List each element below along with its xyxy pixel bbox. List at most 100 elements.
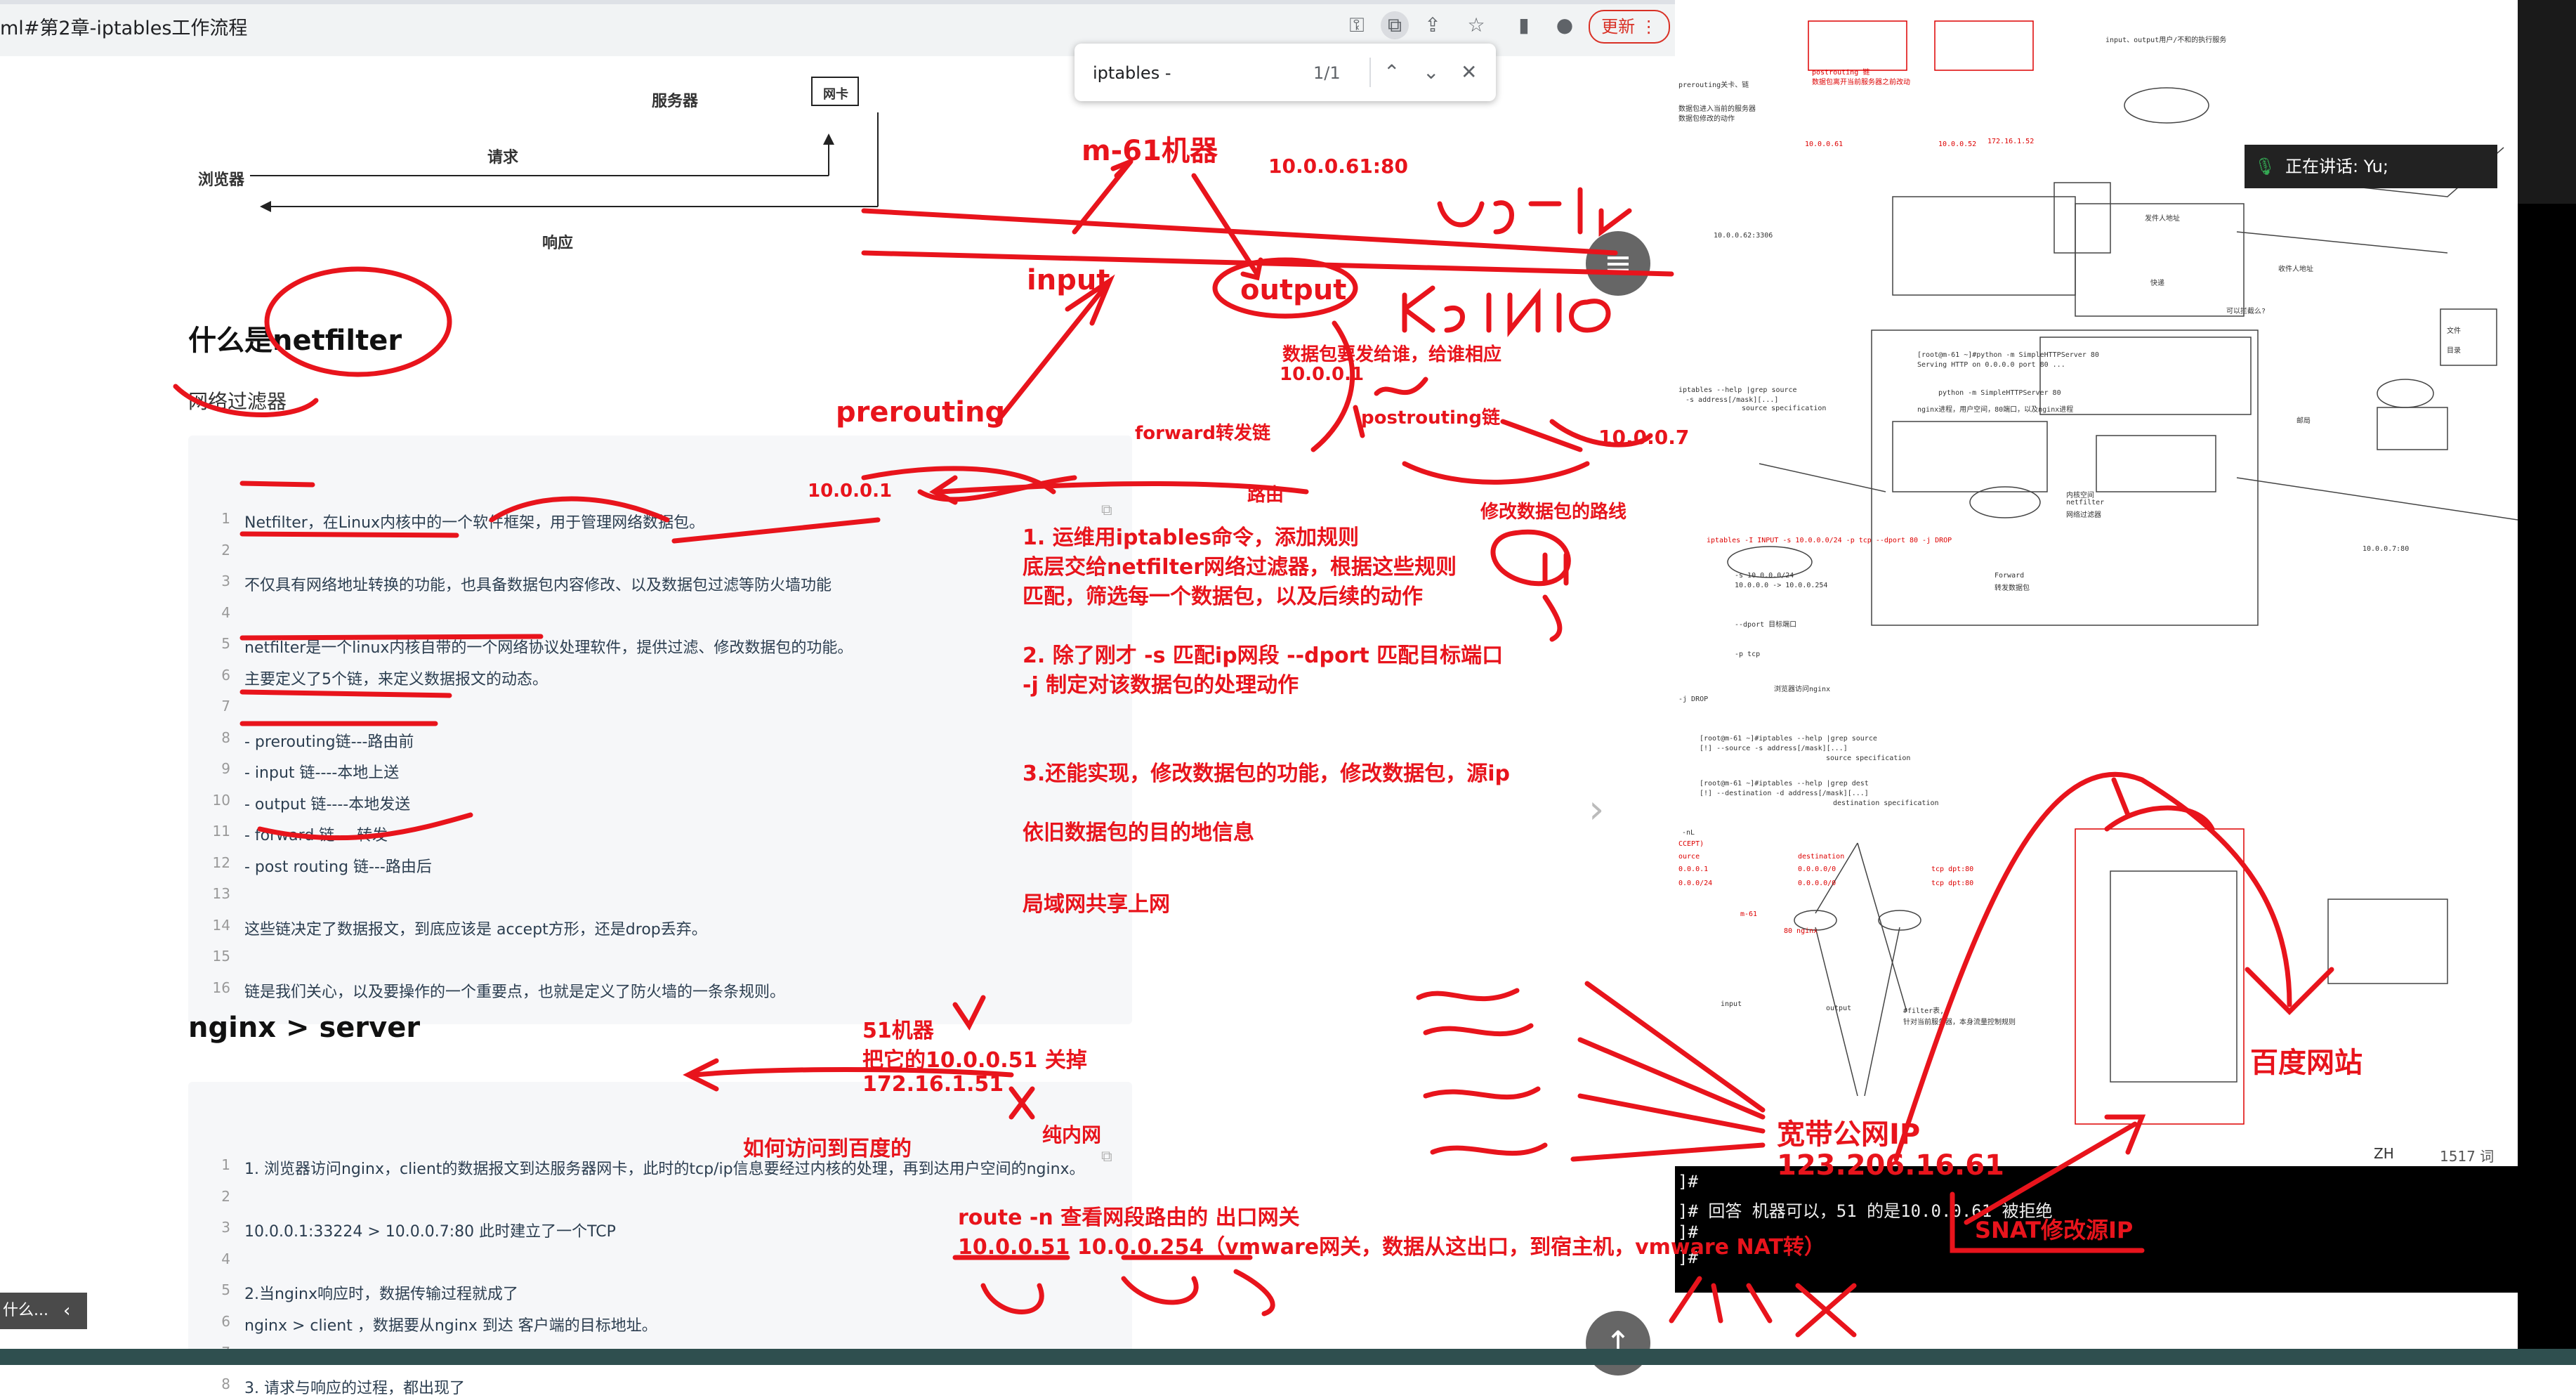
address-bar[interactable]: ml#第2章-iptables工作流程 <box>0 13 247 40</box>
star-icon[interactable]: ☆ <box>1462 11 1490 39</box>
code-line: - input 链----本地上送 <box>244 764 400 782</box>
whiteboard-note: 数据包修改的动作 <box>1678 115 1735 123</box>
nic-label: 网卡 <box>823 87 848 102</box>
profile-icon[interactable]: ● <box>1551 11 1579 39</box>
whiteboard-note: 0.0.0.0/0 <box>1798 865 1836 873</box>
whiteboard-note: 文件 <box>2447 327 2461 335</box>
whiteboard-note: --dport 目标端口 <box>1735 621 1797 629</box>
line-number: 6 <box>221 666 230 684</box>
line-number: 6 <box>221 1312 230 1330</box>
chevron-left-icon: ‹ <box>63 1300 71 1321</box>
annotation-machine: m-61机器 <box>1082 135 1218 167</box>
whiteboard-note: destination <box>1798 853 1845 861</box>
annotation-ip01a: 10.0.0.1 <box>1280 364 1365 385</box>
word-count: 1517 词 <box>2440 1148 2495 1165</box>
toc-toggle[interactable]: 什么... ‹ <box>0 1293 87 1329</box>
code-block-netfilter: ⧉ 1 Netfilter，在Linux内核中的一个软件框架，用于管理网络数据包。… <box>188 436 1132 1024</box>
line-number: 11 <box>212 823 230 840</box>
whiteboard-note: 数据包进入当前的服务器 <box>1678 105 1756 113</box>
whiteboard-note: [root@m-61 ~]#iptables --help |grep sour… <box>1700 735 1877 743</box>
back-to-top-button[interactable]: ↑ <box>1586 1311 1650 1376</box>
line-number: 8 <box>221 1375 230 1392</box>
code-line: - prerouting链---路由前 <box>244 733 414 751</box>
whiteboard-note: 针对当前服务器，本身流量控制规则 <box>1903 1019 2016 1026</box>
copy-icon[interactable]: ⧉ <box>1101 1148 1112 1165</box>
annotation-baidu-question: 如何访问到百度的 <box>743 1137 912 1161</box>
section-title-nginx: nginx > server <box>188 1012 421 1044</box>
find-input[interactable]: iptables - <box>1093 63 1171 83</box>
annotation-ip07: 10.0.0.7 <box>1598 426 1690 449</box>
whiteboard-note: 数据包离开当前服务器之前改动 <box>1812 79 1910 86</box>
whiteboard-note: 快递 <box>2150 280 2164 287</box>
section-subtitle: 网络过滤器 <box>188 390 287 413</box>
line-number: 5 <box>221 1281 230 1298</box>
line-number: 9 <box>221 760 230 777</box>
code-line: - post routing 链---路由后 <box>244 858 432 876</box>
browser-label: 浏览器 <box>198 171 245 189</box>
whiteboard-note: output <box>1826 1005 1852 1012</box>
annotation-ip61: 10.0.0.61:80 <box>1268 155 1408 178</box>
whiteboard-note: 网络过滤器 <box>2066 511 2101 519</box>
annotation-output: output <box>1240 274 1347 306</box>
whiteboard-note: [!] --destination -d address[/mask][...] <box>1700 790 1869 797</box>
tab-strip <box>0 0 1675 4</box>
right-edge-strip <box>2518 0 2576 204</box>
terminal-line: ]# <box>1678 1172 1698 1191</box>
speaking-indicator: 🎙 正在讲话: Yu; <box>2245 145 2497 188</box>
annotation-note5: 局域网共享上网 <box>1023 892 1170 917</box>
share-icon[interactable]: ⇪ <box>1419 11 1447 39</box>
request-label: 请求 <box>487 149 519 166</box>
copy-icon[interactable]: ⧉ <box>1101 502 1112 519</box>
translate-icon[interactable]: ⧉ <box>1381 11 1409 39</box>
document-view: 服务器 网卡 浏览器 请求 响应 什么是netfilter 网络过滤器 ⧉ 1N… <box>0 56 1675 1397</box>
key-icon[interactable]: ⚿ <box>1343 11 1371 39</box>
annotation-m51a: 51机器 <box>862 1019 934 1043</box>
annotation-baidu: 百度网站 <box>2250 1047 2363 1079</box>
response-label: 响应 <box>542 235 574 252</box>
line-number: 12 <box>212 854 230 871</box>
menu-button[interactable]: ≡ <box>1586 231 1650 296</box>
whiteboard-note: tcp dpt:80 <box>1931 880 1974 887</box>
code-line: 10.0.0.1:33224 > 10.0.0.7:80 此时建立了一个TCP <box>244 1223 616 1241</box>
next-page-icon[interactable]: › <box>1589 787 1604 832</box>
find-bar: iptables - 1/1 ⌃ ⌄ ✕ <box>1075 44 1496 101</box>
update-button[interactable]: 更新 ⋮ <box>1589 10 1670 44</box>
annotation-public-ip: 123.206.16.61 <box>1777 1149 2004 1182</box>
whiteboard-note: #filter表, <box>1903 1007 1945 1015</box>
annotation-note4: 依旧数据包的目的地信息 <box>1023 821 1254 845</box>
code-line: 3. 请求与响应的过程，都出现了 <box>244 1379 465 1397</box>
whiteboard-note: destination specification <box>1833 799 1939 807</box>
language-indicator[interactable]: ZH <box>2374 1145 2394 1162</box>
annotation-route1: route -n 查看网段路由的 出口网关 <box>958 1206 1300 1230</box>
code-line: 主要定义了5个链，来定义数据报文的动态。 <box>244 670 548 688</box>
line-number: 2 <box>221 1187 230 1205</box>
code-line: netfilter是一个linux内核自带的一个网络协议处理软件，提供过滤、修改… <box>244 639 853 657</box>
whiteboard-note: m-61 <box>1740 910 1758 918</box>
whiteboard-note: prerouting关卡、链 <box>1678 81 1749 89</box>
sidebar-icon[interactable]: ▮ <box>1510 11 1538 39</box>
annotation-postrouting: postrouting链 <box>1361 407 1501 429</box>
annotation-note1b: 底层交给netfilter网络过滤器，根据这些规则 <box>1023 555 1457 580</box>
line-number: 1 <box>221 1156 230 1173</box>
whiteboard-note: [root@m-61 ~]#python -m SimpleHTTPServer… <box>1917 351 2099 359</box>
whiteboard-note: -s 10.0.0.0/24 <box>1735 572 1794 580</box>
request-diagram <box>250 77 879 212</box>
toc-label: 什么... <box>3 1302 48 1319</box>
annotation-forward: forward转发链 <box>1135 423 1270 444</box>
whiteboard-note: 0.0.0.1 <box>1678 865 1709 873</box>
annotation-note2b: -j 制定对该数据包的处理动作 <box>1023 673 1299 698</box>
line-number: 2 <box>221 541 230 558</box>
whiteboard-note: Serving HTTP on 0.0.0.0 port 80 ... <box>1917 361 2065 369</box>
find-close-icon[interactable]: ✕ <box>1461 60 1477 84</box>
annotation-intranet: 纯内网 <box>1042 1123 1102 1147</box>
whiteboard-note: input、output用户/不和的执行服务 <box>2105 37 2227 44</box>
whiteboard-note: 收件人地址 <box>2278 266 2313 273</box>
whiteboard-note: CCEPT) <box>1678 840 1704 848</box>
annotation-input: input <box>1027 264 1110 296</box>
speaking-text: 正在讲话: Yu; <box>2285 157 2388 176</box>
section-title-netfilter: 什么是netfilter <box>188 325 402 357</box>
whiteboard-note: 可以拦截么? <box>2226 308 2266 315</box>
annotation-prerouting: prerouting <box>836 396 1006 429</box>
find-next-icon[interactable]: ⌄ <box>1423 60 1439 84</box>
find-prev-icon[interactable]: ⌃ <box>1384 60 1400 84</box>
